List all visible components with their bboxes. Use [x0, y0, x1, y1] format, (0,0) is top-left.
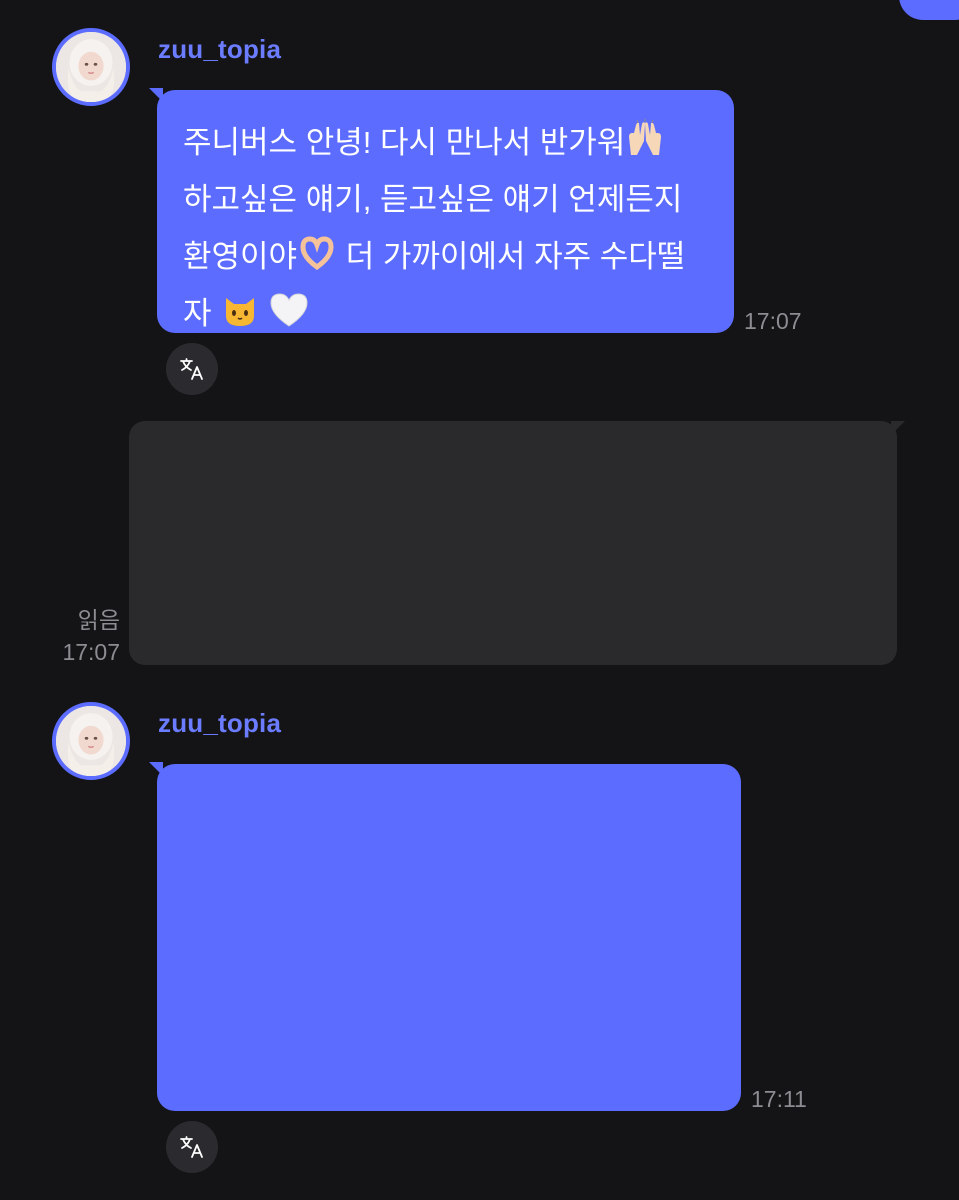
translate-button[interactable]: [166, 1121, 218, 1173]
message-timestamp: 17:11: [751, 1086, 807, 1112]
avatar[interactable]: [52, 28, 130, 106]
incoming-message-bubble[interactable]: 주니버스 안녕! 다시 만나서 반가워 하고싶은 얘기, 듣고싶은 얘기 언제든…: [149, 88, 734, 333]
message-timestamp: 17:07: [62, 639, 120, 665]
translate-button[interactable]: [166, 343, 218, 395]
message-line: 주니버스 안녕! 다시 만나서 반가워: [183, 125, 626, 160]
message-line: 자: [183, 296, 212, 331]
read-receipt: 읽음 17:07: [40, 604, 120, 668]
bubble-tail: [149, 762, 163, 776]
previous-message-bubble: [899, 0, 959, 20]
message-line: 더 가까이에서 자주 수다떨: [345, 239, 686, 274]
translate-icon: [180, 358, 203, 380]
message-text: 주니버스 안녕! 다시 만나서 반가워 하고싶은 얘기, 듣고싶은 얘기 언제든…: [157, 90, 734, 358]
avatar-image: [56, 32, 126, 102]
avatar[interactable]: [52, 702, 130, 780]
avatar-image: [56, 706, 126, 776]
raised-hands-icon: [625, 119, 665, 159]
message-timestamp: 17:07: [744, 308, 802, 334]
message-line: 하고싶은 얘기, 듣고싶은 얘기 언제든지: [183, 182, 683, 217]
outgoing-message-bubble[interactable]: [129, 421, 905, 665]
bubble-tail: [149, 88, 163, 102]
white-heart-icon: [269, 290, 309, 330]
read-status: 읽음: [77, 607, 120, 633]
translate-icon: [180, 1136, 203, 1158]
sender-name[interactable]: zuu_topia: [158, 708, 281, 739]
bubble-tail: [891, 421, 905, 435]
message-line: 환영이야: [183, 239, 298, 274]
cat-face-icon: [220, 290, 260, 330]
heart-hands-icon: [297, 233, 337, 273]
incoming-message-bubble[interactable]: [149, 762, 741, 1111]
sender-name[interactable]: zuu_topia: [158, 34, 281, 65]
